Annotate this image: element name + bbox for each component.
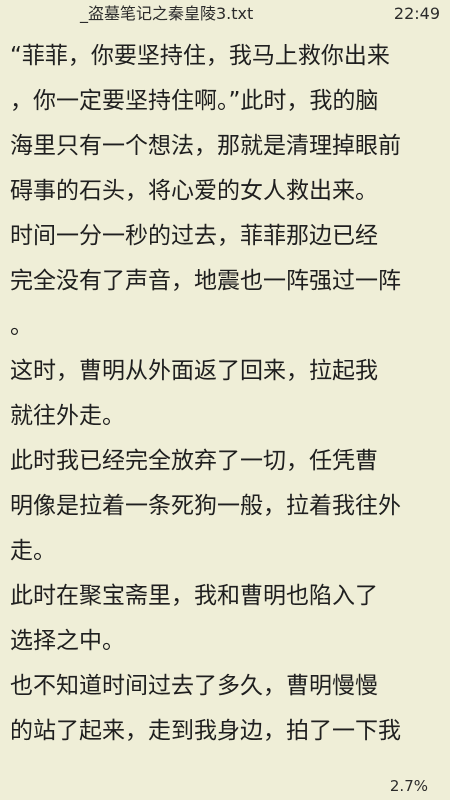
file-title: _盗墓笔记之秦皇陵3.txt (80, 4, 254, 23)
text-line: “菲菲，你要坚持住，我马上救你出来 (10, 43, 390, 69)
text-line: 走。 (10, 538, 56, 564)
clock: 22:49 (393, 4, 440, 23)
text-line: 就往外走。 (10, 403, 125, 429)
text-line: 。 (10, 313, 33, 339)
text-line: ，你一定要坚持住啊。”此时，我的脑 (10, 88, 379, 114)
status-bar: _盗墓笔记之秦皇陵3.txt 22:49 (0, 0, 450, 28)
text-line: 也不知道时间过去了多久，曹明慢慢 (10, 673, 378, 699)
text-line: 这时，曹明从外面返了回来，拉起我 (10, 358, 378, 384)
text-line: 碍事的石头，将心爱的女人救出来。 (10, 178, 378, 204)
text-line: 选择之中。 (10, 628, 125, 654)
text-line: 此时在聚宝斋里，我和曹明也陷入了 (10, 583, 378, 609)
text-line: 此时我已经完全放弃了一切，任凭曹 (10, 448, 378, 474)
text-line: 时间一分一秒的过去，菲菲那边已经 (10, 223, 378, 249)
text-line: 明像是拉着一条死狗一般，拉着我往外 (10, 493, 401, 519)
reading-area[interactable]: “菲菲，你要坚持住，我马上救你出来 ，你一定要坚持住啊。”此时，我的脑 海里只有… (10, 34, 440, 760)
reading-progress: 2.7% (389, 777, 428, 795)
text-line: 海里只有一个想法，那就是清理掉眼前 (10, 133, 401, 159)
text-line: 完全没有了声音，地震也一阵强过一阵 (10, 268, 401, 294)
text-line: 的站了起来，走到我身边，拍了一下我 (10, 718, 401, 744)
